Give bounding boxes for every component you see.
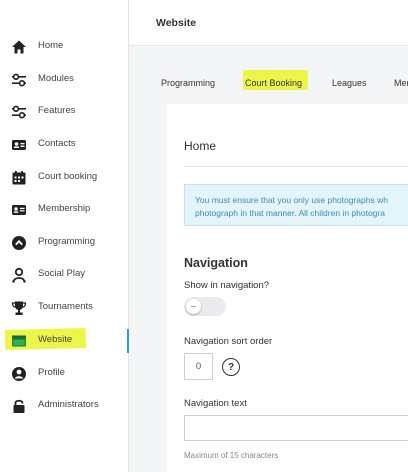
navigation-text-hint: Maximum of 15 characters — [184, 451, 279, 460]
lock-icon — [10, 397, 28, 415]
sidebar-item-label: Features — [38, 105, 76, 116]
divider — [184, 166, 408, 167]
sidebar-item-label: Website — [38, 334, 73, 345]
sidebar-item-home[interactable]: Home — [0, 33, 128, 61]
sort-order-input[interactable]: 0 — [184, 353, 213, 380]
sidebar-item-label: Home — [38, 40, 64, 51]
sidebar-item-features[interactable]: Features — [0, 98, 128, 126]
sidebar-item-court-booking[interactable]: Court booking — [0, 164, 128, 192]
sidebar-item-label: Profile — [38, 367, 65, 378]
sidebar-item-label: Tournaments — [38, 301, 93, 312]
main-content: Website Programming Court Booking League… — [129, 0, 408, 472]
show-in-navigation-toggle[interactable] — [184, 297, 226, 316]
info-text-line: You must ensure that you only use photog… — [195, 195, 388, 205]
sidebar-item-label: Modules — [38, 73, 74, 84]
sidebar-item-website[interactable]: Website — [0, 327, 129, 355]
trophy-icon — [10, 299, 28, 317]
top-header: Website — [129, 0, 408, 46]
sidebar-item-label: Contacts — [38, 138, 76, 149]
sliders-icon — [10, 103, 28, 121]
sidebar-item-label: Administrators — [38, 399, 99, 410]
calendar-icon — [10, 169, 28, 187]
home-icon — [10, 38, 28, 56]
sidebar-item-label: Membership — [38, 203, 91, 214]
sidebar-item-programming[interactable]: Programming — [0, 229, 128, 257]
sidebar-item-label: Programming — [38, 236, 96, 247]
sidebar-item-administrators[interactable]: Administrators — [0, 392, 128, 420]
page-header-title: Website — [156, 17, 197, 29]
show-in-navigation-label: Show in navigation? — [184, 280, 270, 291]
contact-card-icon — [10, 136, 28, 154]
tab-programming[interactable]: Programming — [161, 78, 215, 88]
tab-leagues[interactable]: Leagues — [332, 78, 367, 88]
content-card: Home You must ensure that you only use p… — [167, 104, 408, 472]
sliders-icon — [10, 71, 28, 89]
id-card-icon — [10, 201, 28, 219]
sidebar-item-label: Court booking — [38, 171, 98, 182]
sidebar: Home Modules Features Contacts Court boo… — [0, 0, 129, 472]
info-text-line: photograph in that manner. All children … — [195, 208, 385, 218]
navigation-text-label: Navigation text — [184, 398, 247, 409]
help-icon[interactable]: ? — [222, 358, 240, 376]
tab-bar: Programming Court Booking Leagues Mer — [129, 72, 408, 100]
sidebar-item-profile[interactable]: Profile — [0, 360, 128, 388]
toggle-knob — [186, 299, 201, 314]
user-group-icon — [10, 266, 28, 284]
tab-more[interactable]: Mer — [394, 78, 408, 88]
sidebar-item-contacts[interactable]: Contacts — [0, 131, 128, 159]
chevron-circle-icon — [10, 234, 28, 252]
sidebar-item-social-play[interactable]: Social Play — [0, 261, 128, 289]
section-title: Navigation — [184, 256, 248, 270]
navigation-text-input[interactable] — [184, 415, 408, 441]
browser-icon — [10, 332, 28, 350]
sidebar-item-label: Social Play — [38, 268, 85, 279]
page-title: Home — [184, 139, 217, 153]
sidebar-item-membership[interactable]: Membership — [0, 196, 128, 224]
tab-court-booking[interactable]: Court Booking — [245, 78, 302, 88]
sort-order-label: Navigation sort order — [184, 336, 273, 347]
sidebar-item-modules[interactable]: Modules — [0, 66, 128, 94]
user-circle-icon — [10, 365, 28, 383]
sidebar-item-tournaments[interactable]: Tournaments — [0, 294, 128, 322]
info-alert: You must ensure that you only use photog… — [184, 184, 408, 226]
